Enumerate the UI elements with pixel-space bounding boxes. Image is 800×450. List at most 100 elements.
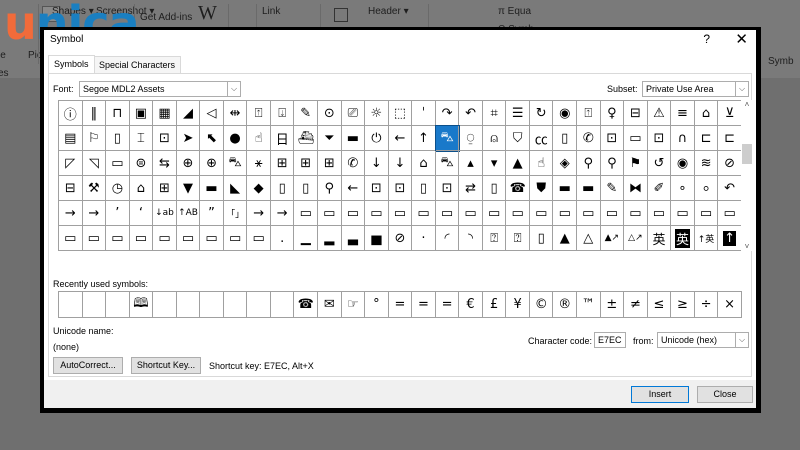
symbol-cell[interactable]: ←: [388, 126, 413, 151]
symbol-cell[interactable]: ▯: [553, 126, 578, 151]
symbol-cell[interactable]: ⊡: [388, 176, 413, 201]
symbol-cell[interactable]: ‘: [129, 201, 154, 226]
symbol-cell[interactable]: ▭: [577, 201, 601, 226]
symbol-cell[interactable]: ⌗: [482, 101, 507, 126]
symbol-cell[interactable]: ≡: [671, 101, 695, 126]
symbol-cell[interactable]: ←: [341, 176, 366, 201]
symbol-cell[interactable]: ⚲: [600, 151, 625, 176]
symbol-cell[interactable]: ◜: [435, 226, 460, 251]
symbol-cell[interactable]: ⊞: [270, 151, 295, 176]
symbol-cell[interactable]: ◸: [59, 151, 83, 176]
symbol-cell[interactable]: ●: [223, 126, 248, 151]
symbol-cell[interactable]: ▭: [106, 226, 130, 251]
symbol-cell[interactable]: ▭: [600, 201, 625, 226]
symbol-cell[interactable]: ⛍: [435, 151, 460, 176]
symbol-cell[interactable]: ↑: [412, 126, 436, 151]
symbol-cell[interactable]: ▬: [341, 126, 366, 151]
recent-symbol-cell[interactable]: ✉: [318, 292, 342, 318]
symbol-cell[interactable]: ⚲: [318, 176, 342, 201]
recent-symbol-cell[interactable]: ≥: [671, 292, 695, 318]
ribbon-equation[interactable]: π Equa: [498, 6, 531, 17]
scroll-up-icon[interactable]: ˄: [741, 100, 753, 109]
symbol-cell[interactable]: ◢: [176, 101, 201, 126]
symbol-cell[interactable]: ⊡: [600, 126, 625, 151]
symbol-cell[interactable]: ↑AB: [176, 201, 201, 226]
symbol-cell[interactable]: 日: [270, 126, 295, 151]
symbol-cell[interactable]: ▭: [200, 226, 224, 251]
symbol-cell[interactable]: ⧓: [624, 176, 648, 201]
close-button[interactable]: Close: [697, 386, 753, 403]
character-code-input[interactable]: E7EC: [594, 332, 626, 348]
recent-symbol-cell[interactable]: =: [435, 292, 460, 318]
symbol-cell[interactable]: ▬: [553, 176, 578, 201]
scroll-thumb[interactable]: [742, 144, 752, 164]
recent-symbol-cell[interactable]: £: [482, 292, 507, 318]
symbol-cell[interactable]: ◉: [671, 151, 695, 176]
symbol-cell[interactable]: ➤: [176, 126, 201, 151]
symbol-cell[interactable]: ◆: [247, 176, 271, 201]
symbol-cell[interactable]: ▭: [459, 201, 483, 226]
symbol-cell[interactable]: △↗: [624, 226, 648, 251]
symbol-cell[interactable]: ⊕: [176, 151, 201, 176]
symbol-cell[interactable]: ▯: [294, 176, 319, 201]
symbol-cell[interactable]: ↻: [529, 101, 554, 126]
symbol-cell[interactable]: ⚒: [82, 176, 107, 201]
symbol-cell[interactable]: ▦: [153, 101, 177, 126]
ribbon-link[interactable]: Link: [262, 6, 280, 17]
recent-symbol-cell[interactable]: [247, 292, 271, 318]
recent-symbol-cell[interactable]: [82, 292, 107, 318]
symbol-cell[interactable]: ↑英: [694, 226, 719, 251]
symbol-cell[interactable]: ∩: [671, 126, 695, 151]
recent-symbol-cell[interactable]: [59, 292, 83, 318]
symbol-cell[interactable]: ▭: [624, 201, 648, 226]
symbol-cell[interactable]: ✎: [600, 176, 625, 201]
symbol-cell[interactable]: ≋: [694, 151, 719, 176]
symbol-cell[interactable]: ▯: [482, 176, 507, 201]
ribbon-get-addins[interactable]: Get Add-ins: [140, 12, 192, 23]
symbol-cell[interactable]: ⊙: [318, 101, 342, 126]
recent-symbol-cell[interactable]: ®: [553, 292, 578, 318]
symbol-cell[interactable]: ✎: [294, 101, 319, 126]
grid-scrollbar[interactable]: ˄ ˅: [741, 100, 753, 251]
symbol-grid[interactable]: ⓘ ‖ ⊓ ▣ ▦ ◢ ◁ ⇹ ⍐ ⍗ ✎ ⊙ ⎚ ☼ ⬚ ˈ ↷ ↶ ⌗ ☰ ↻ ◉ ⍐ ♀ ⊟ ⚠ ≡ ⌂ ⊻ ▤ ⚐ ▯ ⌶ ⊡ ➤ ⬉ ● ☝ 日 ⛴…: [58, 100, 742, 251]
symbol-cell[interactable]: ▭: [153, 226, 177, 251]
symbol-cell[interactable]: ⊡: [153, 126, 177, 151]
symbol-cell[interactable]: ▭: [529, 201, 554, 226]
symbol-cell[interactable]: ⇄: [459, 176, 483, 201]
recent-symbol-cell[interactable]: ☎: [294, 292, 319, 318]
symbol-cell[interactable]: ⊡: [435, 176, 460, 201]
symbol-cell[interactable]: 英: [671, 226, 695, 251]
recent-symbol-cell[interactable]: ©: [529, 292, 554, 318]
symbol-cell[interactable]: ⍰: [482, 226, 507, 251]
symbol-cell[interactable]: ⌂: [412, 151, 436, 176]
symbol-cell[interactable]: ⍰: [506, 226, 530, 251]
symbol-cell[interactable]: 「」: [223, 201, 248, 226]
symbol-cell[interactable]: ✐: [647, 176, 672, 201]
symbol-cell[interactable]: ◈: [553, 151, 578, 176]
symbol-cell[interactable]: ✆: [341, 151, 366, 176]
symbol-cell[interactable]: ▭: [412, 201, 436, 226]
symbol-cell[interactable]: ◁: [200, 101, 224, 126]
symbol-cell[interactable]: ⊟: [624, 101, 648, 126]
symbol-cell[interactable]: ⊏: [694, 126, 719, 151]
recent-symbol-cell[interactable]: ≤: [647, 292, 672, 318]
symbol-cell[interactable]: ▭: [388, 201, 413, 226]
tab-symbols[interactable]: Symbols: [48, 55, 95, 73]
symbol-cell[interactable]: ▭: [341, 201, 366, 226]
symbol-cell[interactable]: ⊕: [200, 151, 224, 176]
symbol-cell[interactable]: ▲: [506, 151, 530, 176]
symbol-cell[interactable]: ⍐: [247, 101, 271, 126]
symbol-cell[interactable]: ↓ab: [153, 201, 177, 226]
symbol-cell[interactable]: ⊘: [718, 151, 742, 176]
symbol-cell[interactable]: ▼: [176, 176, 201, 201]
symbol-cell[interactable]: ▭: [718, 201, 742, 226]
symbol-cell[interactable]: ▯: [270, 176, 295, 201]
symbol-cell[interactable]: ◝: [459, 226, 483, 251]
symbol-cell[interactable]: ▭: [129, 226, 154, 251]
symbol-cell[interactable]: ⊘: [388, 226, 413, 251]
symbol-cell[interactable]: ▭: [624, 126, 648, 151]
symbol-cell[interactable]: ▭: [59, 226, 83, 251]
recent-symbols[interactable]: 🕮 ☎ ✉ ☞ ° = = = € £ ¥ © ® ™ ± ≠ ≤ ≥ ÷ ×: [58, 291, 742, 318]
symbol-cell[interactable]: 英: [647, 226, 672, 251]
symbol-cell[interactable]: ☼: [365, 101, 389, 126]
